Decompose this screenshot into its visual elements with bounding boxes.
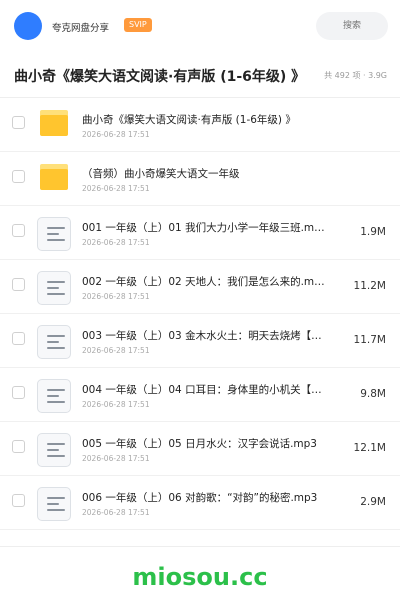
search-input[interactable] bbox=[316, 12, 388, 40]
item-name: 004 一年级（上）04 口耳目：身体里的小机关【一起学习】.mp3 bbox=[82, 384, 326, 396]
item-size: 11.7M bbox=[353, 334, 386, 346]
svip-badge: SVIP bbox=[124, 18, 152, 32]
file-row[interactable]: 004 一年级（上）04 口耳目：身体里的小机关【一起学习】.mp3 2026-0… bbox=[0, 368, 400, 422]
folder-meta: 共 492 项 · 3.9G bbox=[324, 71, 387, 80]
file-list: 曲小奇《爆笑大语文阅读·有声版 (1-6年级) 》 2026-06-28 17:5… bbox=[0, 98, 400, 530]
file-row[interactable]: 002 一年级（上）02 天地人：我们是怎么来的.mp3 2026-06-28 1… bbox=[0, 260, 400, 314]
item-name: 005 一年级（上）05 日月水火：汉字会说话.mp3 bbox=[82, 438, 317, 450]
item-name: 001 一年级（上）01 我们大力小学一年级三班.mp3 bbox=[82, 222, 326, 234]
folder-icon bbox=[40, 164, 68, 190]
file-row[interactable]: 005 一年级（上）05 日月水火：汉字会说话.mp3 2026-06-28 17… bbox=[0, 422, 400, 476]
select-checkbox[interactable] bbox=[12, 494, 25, 507]
select-checkbox[interactable] bbox=[12, 386, 25, 399]
folder-row[interactable]: 曲小奇《爆笑大语文阅读·有声版 (1-6年级) 》 2026-06-28 17:5… bbox=[0, 98, 400, 152]
item-date: 2026-06-28 17:51 bbox=[82, 346, 150, 355]
item-size: 12.1M bbox=[353, 442, 386, 454]
document-icon bbox=[37, 217, 71, 251]
item-name: （音频）曲小奇爆笑大语文一年级 bbox=[82, 168, 240, 180]
item-name: 曲小奇《爆笑大语文阅读·有声版 (1-6年级) 》 bbox=[82, 114, 296, 126]
document-icon bbox=[37, 433, 71, 467]
select-checkbox[interactable] bbox=[12, 440, 25, 453]
top-bar: 夸克网盘分享 SVIP bbox=[0, 0, 400, 52]
footer: miosou.cc bbox=[0, 546, 400, 600]
item-date: 2026-06-28 17:51 bbox=[82, 400, 150, 409]
folder-header: 曲小奇《爆笑大语文阅读·有声版 (1-6年级) 》 共 492 项 · 3.9G bbox=[0, 52, 400, 98]
document-icon bbox=[37, 271, 71, 305]
item-size: 1.9M bbox=[360, 226, 386, 238]
file-row[interactable]: 006 一年级（上）06 对韵歌：“对韵”的秘密.mp3 2026-06-28 1… bbox=[0, 476, 400, 530]
select-checkbox[interactable] bbox=[12, 278, 25, 291]
item-date: 2026-06-28 17:51 bbox=[82, 508, 150, 517]
document-icon bbox=[37, 379, 71, 413]
select-checkbox[interactable] bbox=[12, 332, 25, 345]
item-name: 003 一年级（上）03 金木水火土：明天去烧烤【一起学习】.mp3 bbox=[82, 330, 326, 342]
document-icon bbox=[37, 487, 71, 521]
select-checkbox[interactable] bbox=[12, 170, 25, 183]
watermark: miosou.cc bbox=[132, 563, 268, 591]
document-icon bbox=[37, 325, 71, 359]
item-name: 006 一年级（上）06 对韵歌：“对韵”的秘密.mp3 bbox=[82, 492, 318, 504]
folder-icon bbox=[40, 110, 68, 136]
select-checkbox[interactable] bbox=[12, 224, 25, 237]
item-size: 2.9M bbox=[360, 496, 386, 508]
item-date: 2026-06-28 17:51 bbox=[82, 292, 150, 301]
item-date: 2026-06-28 17:51 bbox=[82, 130, 150, 139]
username: 夸克网盘分享 bbox=[52, 23, 110, 34]
select-checkbox[interactable] bbox=[12, 116, 25, 129]
item-size: 9.8M bbox=[360, 388, 386, 400]
folder-row[interactable]: （音频）曲小奇爆笑大语文一年级 2026-06-28 17:51 bbox=[0, 152, 400, 206]
item-date: 2026-06-28 17:51 bbox=[82, 184, 150, 193]
avatar[interactable] bbox=[14, 12, 42, 40]
item-date: 2026-06-28 17:51 bbox=[82, 454, 150, 463]
page-title: 曲小奇《爆笑大语文阅读·有声版 (1-6年级) 》 bbox=[14, 69, 306, 85]
item-size: 11.2M bbox=[353, 280, 386, 292]
file-row[interactable]: 003 一年级（上）03 金木水火土：明天去烧烤【一起学习】.mp3 2026-0… bbox=[0, 314, 400, 368]
file-row[interactable]: 001 一年级（上）01 我们大力小学一年级三班.mp3 2026-06-28 1… bbox=[0, 206, 400, 260]
item-name: 002 一年级（上）02 天地人：我们是怎么来的.mp3 bbox=[82, 276, 326, 288]
item-date: 2026-06-28 17:51 bbox=[82, 238, 150, 247]
